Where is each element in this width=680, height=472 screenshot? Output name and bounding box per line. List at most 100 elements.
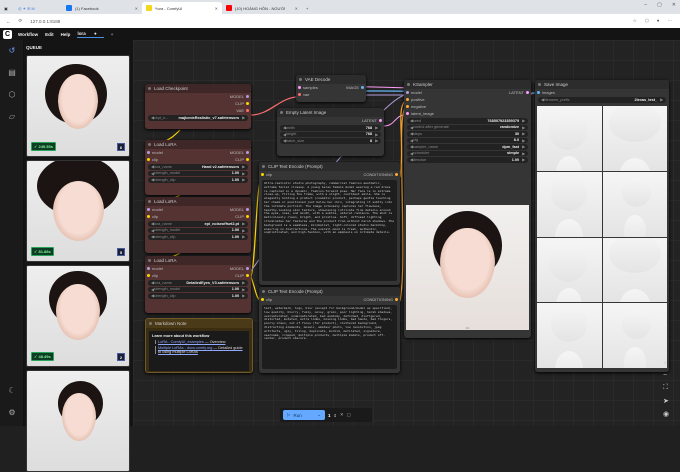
maximize-icon[interactable]: ▢ <box>657 2 662 8</box>
node-vae[interactable]: VAE Decode samples IMAGE vae <box>296 75 366 102</box>
comfyui-logo[interactable]: C <box>3 29 12 39</box>
input-slot[interactable]: model <box>147 150 163 155</box>
widget-strength-model[interactable]: ◀ strength_model 1.00 ▶ <box>148 286 248 292</box>
widget-scheduler[interactable]: ◀ scheduler simple ▶ <box>407 150 528 156</box>
batch-stepper-icon[interactable]: ⇕ <box>334 413 337 418</box>
input-slot[interactable]: model <box>147 207 163 212</box>
workflows-icon[interactable]: ▱ <box>7 112 17 122</box>
pinned-tabs[interactable]: ◎ ✦ ✉ M <box>14 2 62 14</box>
output-image[interactable] <box>537 106 602 171</box>
settings-gear-icon[interactable]: ⚙ <box>7 408 17 418</box>
input-slot[interactable]: clip <box>147 214 158 219</box>
output-slot[interactable]: CONDITIONING <box>363 297 398 302</box>
output-image[interactable] <box>537 237 602 303</box>
widget-control-after-generate[interactable]: ◀ control after generate randomize ▶ <box>407 124 528 130</box>
node-header[interactable]: Load LoRA <box>145 197 251 206</box>
new-tab-button[interactable]: + <box>302 2 312 14</box>
collapse-dot-icon[interactable] <box>148 143 151 146</box>
node-header[interactable]: Load Checkpoint <box>145 84 251 93</box>
profile-icon[interactable]: ● <box>657 18 660 24</box>
collapse-dot-icon[interactable] <box>280 111 283 114</box>
node-header[interactable]: VAE Decode <box>296 75 366 84</box>
zoom-in-icon[interactable]: + <box>663 360 669 367</box>
widget-seed[interactable]: ◀ seed 768507923359379 ▶ <box>407 118 528 124</box>
widget-increment-icon[interactable]: ▶ <box>375 132 378 137</box>
close-tab-icon[interactable]: ✕ <box>135 6 138 11</box>
menu-help[interactable]: Help <box>61 32 71 37</box>
node-lora2[interactable]: Load LoRA model MODEL clip CLIP ◀ lora_name epi… <box>145 197 251 253</box>
browser-tab[interactable]: (10) HOÀNG HÔN - NGƯỜI ✕ <box>222 2 302 14</box>
menu-workflow[interactable]: Workflow <box>18 32 38 37</box>
collapse-dot-icon[interactable] <box>299 78 302 81</box>
widget-strength-clip[interactable]: ◀ strength_clip 1.00 ▶ <box>148 177 248 183</box>
widget-increment-icon[interactable]: ▶ <box>522 131 525 136</box>
input-slot[interactable]: positive <box>406 97 425 102</box>
node-header[interactable]: KSampler <box>404 80 531 89</box>
output-slot[interactable]: CLIP <box>235 273 249 278</box>
output-image[interactable] <box>602 171 667 237</box>
output-slot[interactable]: CLIP <box>235 101 249 106</box>
node-markdown-note[interactable]: Markdown Note Learn more about this workf… <box>145 318 253 373</box>
collapse-dot-icon[interactable] <box>148 200 151 203</box>
collapse-dot-icon[interactable] <box>149 322 152 325</box>
input-slot[interactable]: negative <box>406 104 426 109</box>
node-ks[interactable]: KSampler model LATENT positive negative laten… <box>404 80 531 338</box>
prompt-textarea[interactable]: Ultra-realistic studio photography, comm… <box>262 180 397 281</box>
fit-view-icon[interactable]: ⛶ <box>663 384 669 392</box>
widget-increment-icon[interactable]: ▶ <box>242 280 245 285</box>
url-field[interactable]: 127.0.0.1:8188 <box>30 19 60 24</box>
output-slot[interactable]: MODEL <box>230 266 249 271</box>
input-slot[interactable]: images <box>537 90 555 95</box>
widget-increment-icon[interactable]: ▶ <box>242 287 245 292</box>
widget-increment-icon[interactable]: ▶ <box>522 144 525 149</box>
output-slot[interactable]: CONDITIONING <box>363 172 398 177</box>
input-slot[interactable]: model <box>147 266 163 271</box>
output-slot[interactable]: MODEL <box>230 207 249 212</box>
input-slot[interactable]: samples <box>298 85 318 90</box>
widget-lora-name[interactable]: ◀ lora_name Hand v2.safetensors ▶ <box>148 164 248 170</box>
widget-increment-icon[interactable]: ▶ <box>375 125 378 130</box>
node-latent[interactable]: Empty Latent Image LATENT ◀ width 768 ▶ ◀ heigh… <box>277 108 384 156</box>
input-slot[interactable]: clip <box>147 273 158 278</box>
input-slot[interactable]: clip <box>261 297 272 302</box>
node-library-icon[interactable]: ▤ <box>7 68 17 78</box>
zoom-out-icon[interactable]: − <box>663 372 669 379</box>
browser-tab[interactable]: (1) Facebook ✕ <box>62 2 142 14</box>
widget-increment-icon[interactable]: ▶ <box>242 234 245 239</box>
widget-batch-size[interactable]: ◀ batch_size 8 ▶ <box>280 138 381 144</box>
widget-increment-icon[interactable]: ▶ <box>522 151 525 156</box>
collapse-dot-icon[interactable] <box>407 83 410 86</box>
widget-strength-model[interactable]: ◀ strength_model 1.00 ▶ <box>148 170 248 176</box>
output-image[interactable] <box>602 106 667 171</box>
input-slot[interactable]: latent_image <box>406 111 434 116</box>
markdown-link[interactable]: Multiple LoRAs - docs.comfy.org — Detail… <box>155 346 246 354</box>
widget-increment-icon[interactable]: ▶ <box>522 125 525 130</box>
queue-item[interactable] <box>26 370 130 472</box>
widget-increment-icon[interactable]: ▶ <box>242 177 245 182</box>
widget-ckpt-n-[interactable]: ◀ ckpt_n... majicmixRealistic_v7.safetenso… <box>148 115 248 121</box>
widget-cfg[interactable]: ◀ cfg 8.0 ▶ <box>407 137 528 143</box>
node-ckpt[interactable]: Load Checkpoint MODEL CLIP VAE ◀ ckpt_n... maj… <box>145 84 251 129</box>
widget-increment-icon[interactable]: ▶ <box>522 118 525 123</box>
add-workflow-tab-button[interactable]: + <box>111 32 114 37</box>
widget-increment-icon[interactable]: ▶ <box>522 157 525 162</box>
widget-lora-name[interactable]: ◀ lora_name DetailedEyes_V3.safetensors ▶ <box>148 280 248 286</box>
output-image[interactable] <box>537 303 602 368</box>
node-clip1[interactable]: CLIP Text Encode (Prompt) clip CONDITIONIN… <box>259 162 400 285</box>
node-save[interactable]: Save Image images ◀ filename_prefix 2lexas_t… <box>535 80 669 372</box>
widget-increment-icon[interactable]: ▶ <box>242 228 245 233</box>
link-text[interactable]: LoRA - ComfyUI_examples <box>158 340 204 344</box>
widget-increment-icon[interactable]: ▶ <box>242 221 245 226</box>
output-slot[interactable]: LATENT <box>362 118 382 123</box>
widget-height[interactable]: ◀ height 768 ▶ <box>280 131 381 137</box>
output-slot[interactable]: LATENT <box>509 90 529 95</box>
close-window-icon[interactable]: ✕ <box>672 2 676 8</box>
tab-actions-icon[interactable]: ▣ <box>0 2 14 14</box>
model-library-icon[interactable]: ⬡ <box>7 90 17 100</box>
browser-tab-active[interactable]: *lora - ComfyUI ✕ <box>142 2 222 14</box>
output-slot[interactable]: MODEL <box>230 94 249 99</box>
widget-increment-icon[interactable]: ▶ <box>375 138 378 143</box>
output-slot[interactable]: CLIP <box>235 214 249 219</box>
theme-moon-icon[interactable]: ☾ <box>7 386 17 396</box>
more-menu-icon[interactable]: ⋯ <box>668 18 673 24</box>
